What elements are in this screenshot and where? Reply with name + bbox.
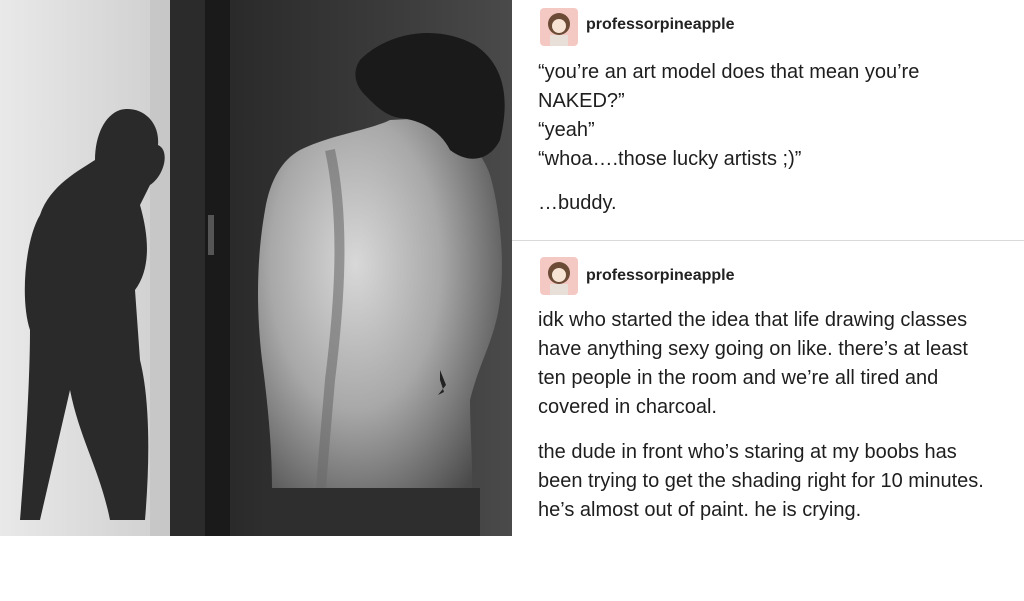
post-line: covered in charcoal. — [538, 396, 717, 418]
post-username[interactable]: professorpineapple — [586, 16, 734, 34]
post-line: “you’re an art model does that mean you’… — [538, 61, 920, 83]
post-line: ten people in the room and we’re all tir… — [538, 367, 939, 389]
post-line: he’s almost out of paint. he is crying. — [538, 499, 862, 521]
photograph — [0, 0, 512, 536]
avatar-icon — [540, 8, 578, 46]
post-username[interactable]: professorpineapple — [586, 267, 734, 285]
photograph-icon — [0, 0, 512, 536]
post-body: “you’re an art model does that mean you’… — [538, 58, 1014, 218]
post-line: have anything sexy going on like. there’… — [538, 338, 968, 360]
tumblr-post: professorpineapple “you’re an art model … — [512, 0, 1024, 240]
post-line: the dude in front who’s staring at my bo… — [538, 441, 957, 463]
post-line: …buddy. — [538, 192, 617, 214]
post-line: “yeah” — [538, 119, 595, 141]
post-body: idk who started the idea that life drawi… — [538, 306, 1014, 601]
avatar[interactable] — [540, 8, 578, 46]
post-line: NAKED?” — [538, 90, 625, 112]
avatar[interactable] — [540, 257, 578, 295]
post-line: “whoa….those lucky artists ;)” — [538, 148, 802, 170]
meme-image: professorpineapple “you’re an art model … — [0, 0, 1024, 536]
avatar-icon — [540, 257, 578, 295]
post-line: idk who started the idea that life drawi… — [538, 309, 968, 331]
post-line: been trying to get the shading right for… — [538, 470, 984, 492]
